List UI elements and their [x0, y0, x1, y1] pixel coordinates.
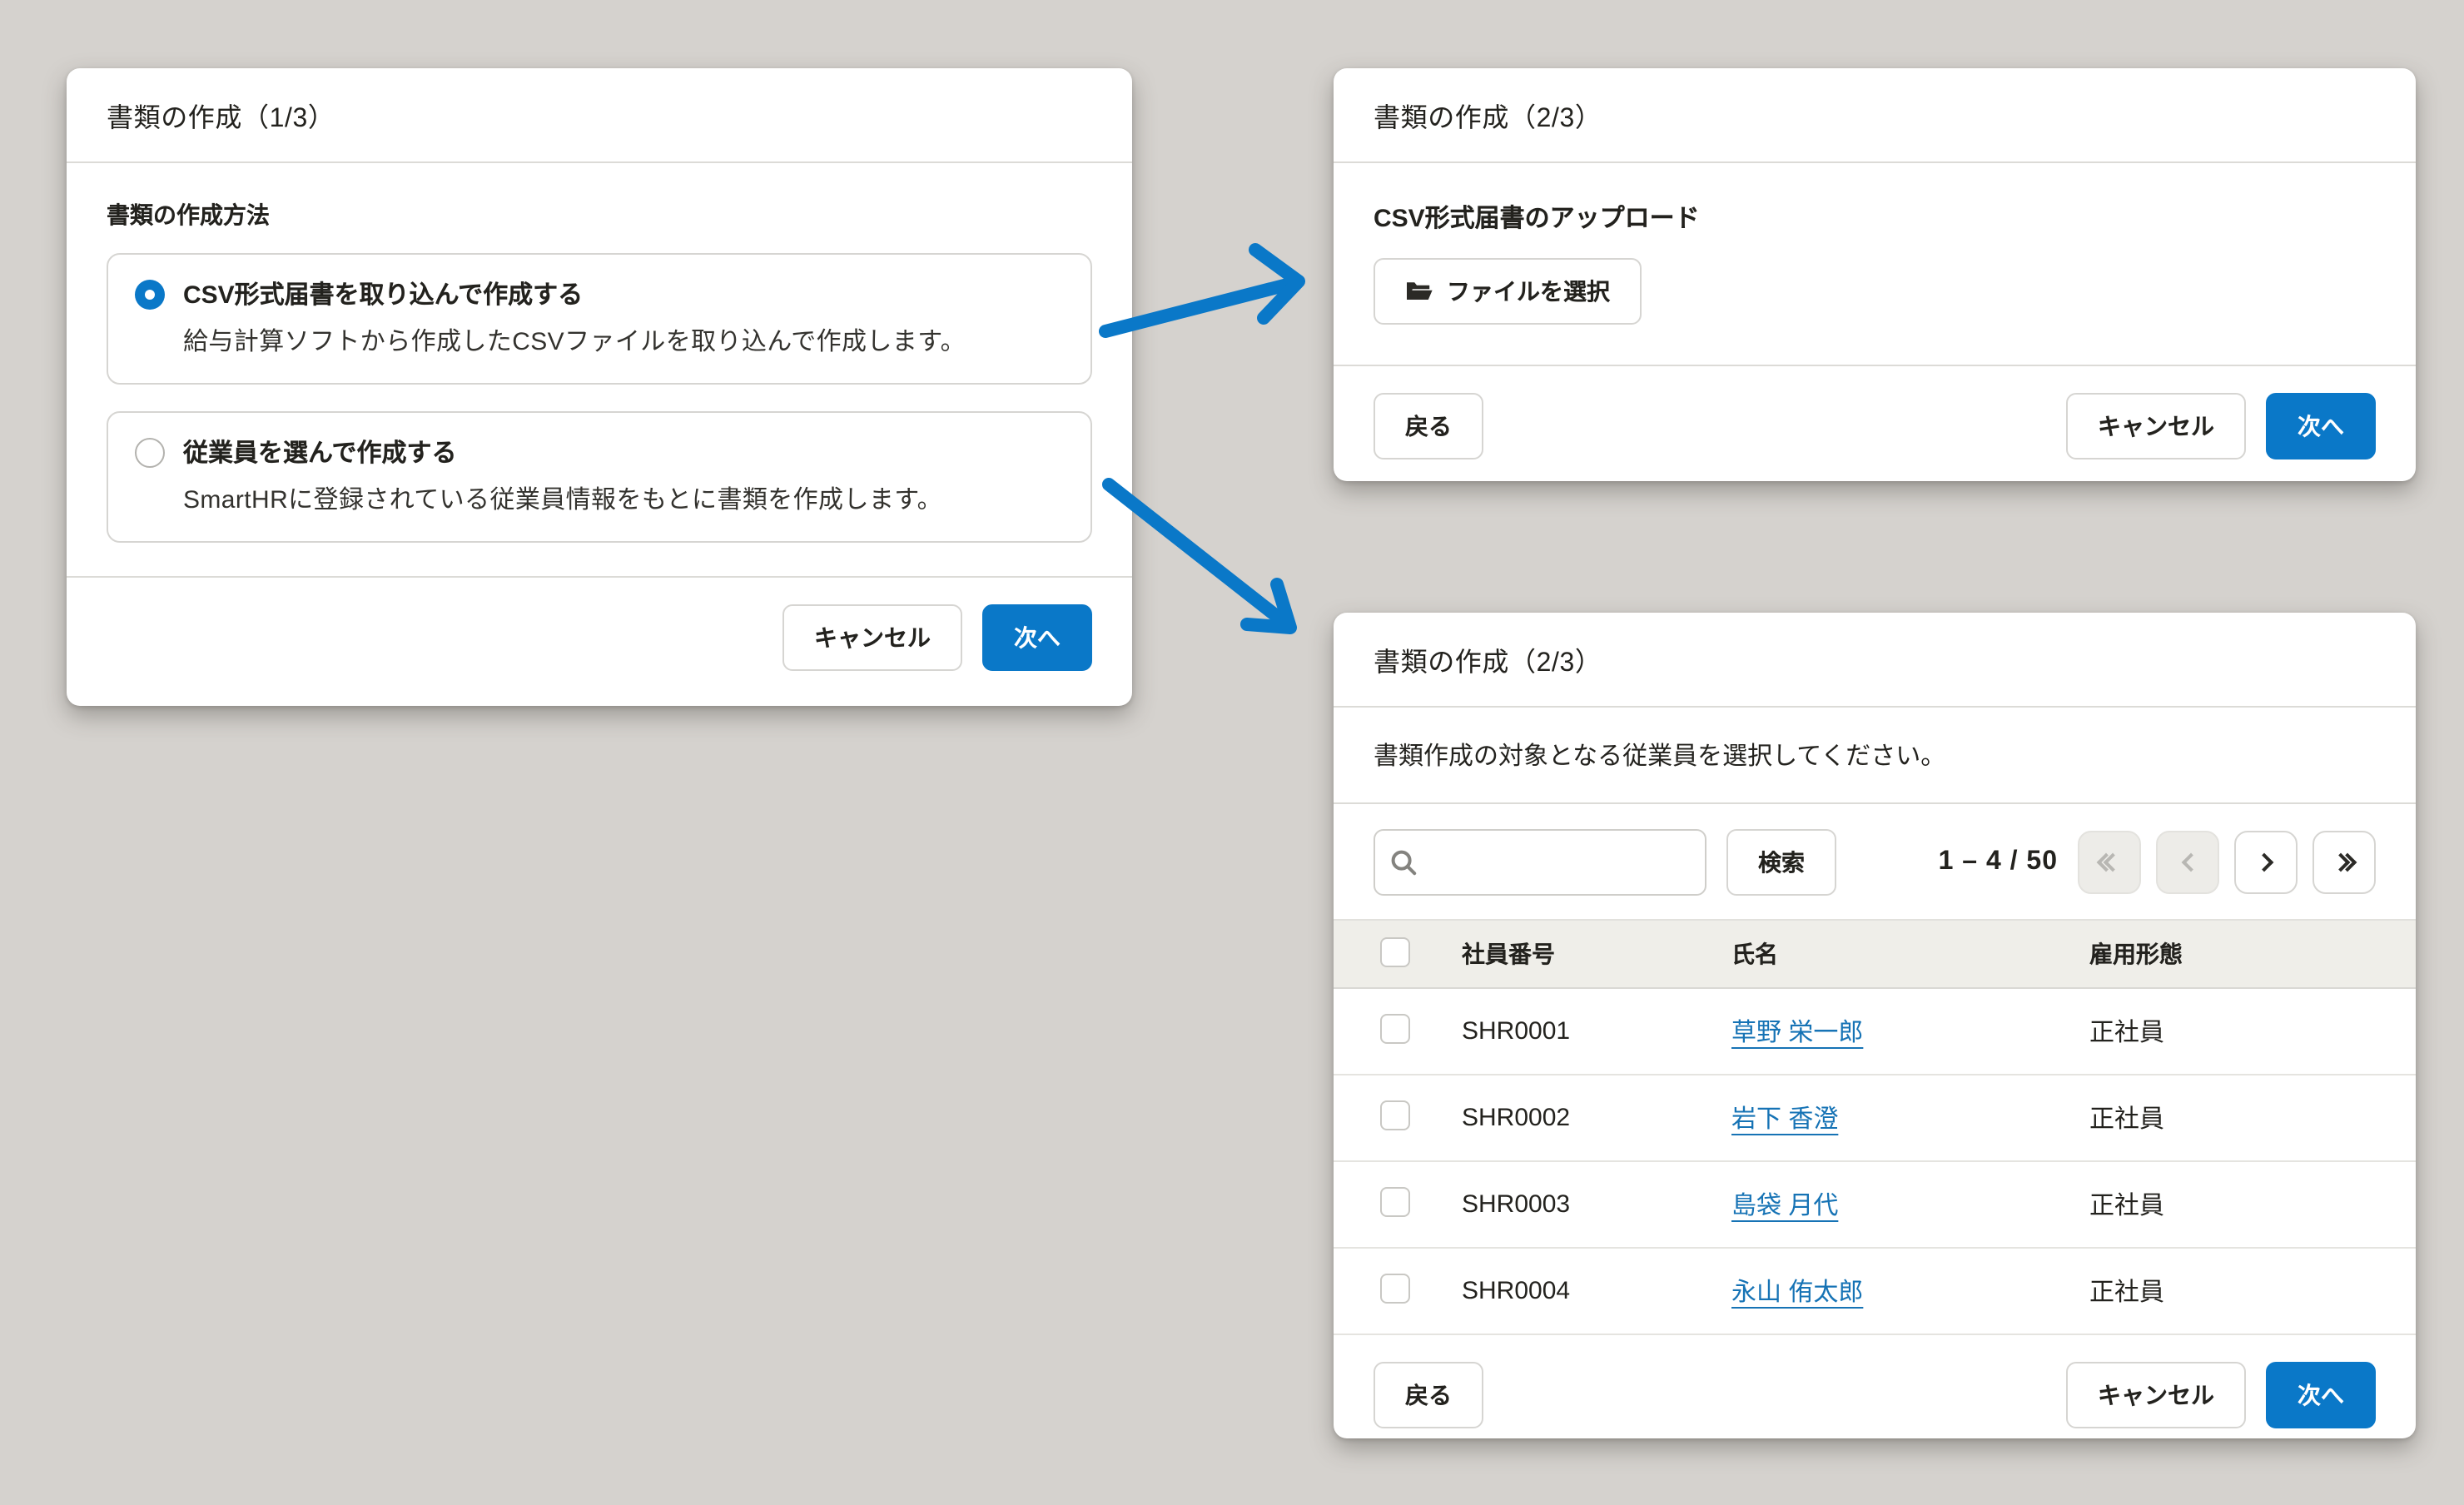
select-all-checkbox[interactable]: [1380, 936, 1410, 966]
option-csv-import-description: 給与計算ソフトから作成したCSVファイルを取り込んで作成します。: [183, 323, 1064, 358]
next-button[interactable]: 次へ: [982, 604, 1092, 671]
search-input[interactable]: [1374, 829, 1706, 896]
select-file-button-label: ファイルを選択: [1447, 275, 1610, 308]
column-employment-type: 雇用形態: [2089, 937, 2416, 971]
next-button[interactable]: 次へ: [2266, 393, 2376, 459]
flow-arrow-to-csv-upload: [1105, 250, 1299, 331]
chevron-left-icon: [2181, 853, 2200, 872]
magnifier-icon: [1390, 849, 1417, 884]
dialog3-toolbar: 検索 1 – 4 / 50: [1334, 804, 2416, 919]
employee-id: SHR0002: [1462, 1104, 1731, 1132]
employee-id: SHR0003: [1462, 1190, 1731, 1219]
folder-open-icon: [1405, 280, 1433, 303]
search-button[interactable]: 検索: [1726, 829, 1836, 896]
dialog-create-document-step1: 書類の作成（1/3） 書類の作成方法 CSV形式届書を取り込んで作成する 給与計…: [67, 68, 1132, 706]
employment-type: 正社員: [2089, 1274, 2416, 1309]
cancel-button[interactable]: キャンセル: [782, 604, 962, 671]
dialog1-title: 書類の作成（1/3）: [107, 95, 335, 135]
table-row: SHR0002 岩下 香澄 正社員: [1334, 1075, 2416, 1162]
dialog2-title: 書類の作成（2/3）: [1374, 95, 1602, 135]
dialog2-footer: 戻る キャンセル 次へ: [1334, 365, 2416, 486]
chevron-double-right-icon: [2334, 856, 2354, 869]
option-select-employees-description: SmartHRに登録されている従業員情報をもとに書類を作成します。: [183, 481, 1064, 516]
radio-unselected-icon[interactable]: [135, 437, 165, 467]
column-employee-id: 社員番号: [1462, 937, 1731, 971]
radio-selected-icon[interactable]: [135, 279, 165, 309]
employee-id: SHR0001: [1462, 1017, 1731, 1046]
dialog1-header: 書類の作成（1/3）: [67, 68, 1132, 163]
table-row: SHR0001 草野 栄一郎 正社員: [1334, 989, 2416, 1075]
dialog-create-document-step2-employees: 書類の作成（2/3） 書類作成の対象となる従業員を選択してください。 検索 1 …: [1334, 613, 2416, 1438]
search-box: [1374, 829, 1706, 896]
row-checkbox[interactable]: [1380, 1186, 1410, 1216]
last-page-button[interactable]: [2312, 831, 2376, 894]
row-checkbox[interactable]: [1380, 1013, 1410, 1043]
option-csv-import[interactable]: CSV形式届書を取り込んで作成する 給与計算ソフトから作成したCSVファイルを取…: [107, 253, 1092, 385]
next-page-button[interactable]: [2234, 831, 2298, 894]
cancel-button[interactable]: キャンセル: [2066, 1362, 2246, 1428]
row-checkbox[interactable]: [1380, 1273, 1410, 1303]
dialog3-description: 書類作成の対象となる従業員を選択してください。: [1334, 708, 2416, 804]
employment-type: 正社員: [2089, 1187, 2416, 1222]
chevron-double-left-icon: [2099, 856, 2119, 869]
cancel-button[interactable]: キャンセル: [2066, 393, 2246, 459]
csv-upload-label: CSV形式届書のアップロード: [1374, 200, 2376, 235]
column-name: 氏名: [1731, 937, 2089, 971]
back-button[interactable]: 戻る: [1374, 393, 1483, 459]
canvas: 書類の作成（1/3） 書類の作成方法 CSV形式届書を取り込んで作成する 給与計…: [0, 0, 2464, 1505]
dialog2-header: 書類の作成（2/3）: [1334, 68, 2416, 163]
dialog-create-document-step2-csv: 書類の作成（2/3） CSV形式届書のアップロード ファイルを選択 戻る キャン…: [1334, 68, 2416, 481]
dialog1-body: 書類の作成方法 CSV形式届書を取り込んで作成する 給与計算ソフトから作成したC…: [67, 163, 1132, 576]
dialog3-title: 書類の作成（2/3）: [1374, 639, 1602, 679]
dialog3-header: 書類の作成（2/3）: [1334, 613, 2416, 708]
flow-arrow-to-employee-select: [1109, 484, 1290, 628]
back-button[interactable]: 戻る: [1374, 1362, 1483, 1428]
option-select-employees-title: 従業員を選んで作成する: [183, 435, 457, 469]
dialog1-footer: キャンセル 次へ: [67, 576, 1132, 698]
first-page-button[interactable]: [2078, 831, 2141, 894]
row-checkbox[interactable]: [1380, 1100, 1410, 1130]
employee-table: 社員番号 氏名 雇用形態 SHR0001 草野 栄一郎 正社員 SHR0002 …: [1334, 919, 2416, 1335]
employment-type: 正社員: [2089, 1100, 2416, 1135]
table-row: SHR0004 永山 侑太郎 正社員: [1334, 1249, 2416, 1335]
previous-page-button[interactable]: [2156, 831, 2219, 894]
dialog3-footer: 戻る キャンセル 次へ: [1334, 1335, 2416, 1455]
table-header-row: 社員番号 氏名 雇用形態: [1334, 919, 2416, 989]
employee-name-link[interactable]: 島袋 月代: [1731, 1192, 1838, 1220]
creation-method-label: 書類の作成方法: [107, 198, 1092, 231]
employee-name-link[interactable]: 岩下 香澄: [1731, 1105, 1838, 1134]
pagination-controls: [2078, 831, 2376, 894]
next-button[interactable]: 次へ: [2266, 1362, 2376, 1428]
employee-name-link[interactable]: 永山 侑太郎: [1731, 1279, 1863, 1307]
select-file-button[interactable]: ファイルを選択: [1374, 258, 1642, 325]
employee-id: SHR0004: [1462, 1277, 1731, 1305]
table-row: SHR0003 島袋 月代 正社員: [1334, 1162, 2416, 1249]
employment-type: 正社員: [2089, 1014, 2416, 1049]
chevron-right-icon: [2254, 853, 2273, 872]
employee-name-link[interactable]: 草野 栄一郎: [1731, 1019, 1863, 1047]
option-select-employees[interactable]: 従業員を選んで作成する SmartHRに登録されている従業員情報をもとに書類を作…: [107, 411, 1092, 543]
dialog2-body: CSV形式届書のアップロード ファイルを選択: [1334, 163, 2416, 365]
pagination-range-label: 1 – 4 / 50: [1939, 847, 2058, 877]
option-csv-import-title: CSV形式届書を取り込んで作成する: [183, 276, 583, 311]
